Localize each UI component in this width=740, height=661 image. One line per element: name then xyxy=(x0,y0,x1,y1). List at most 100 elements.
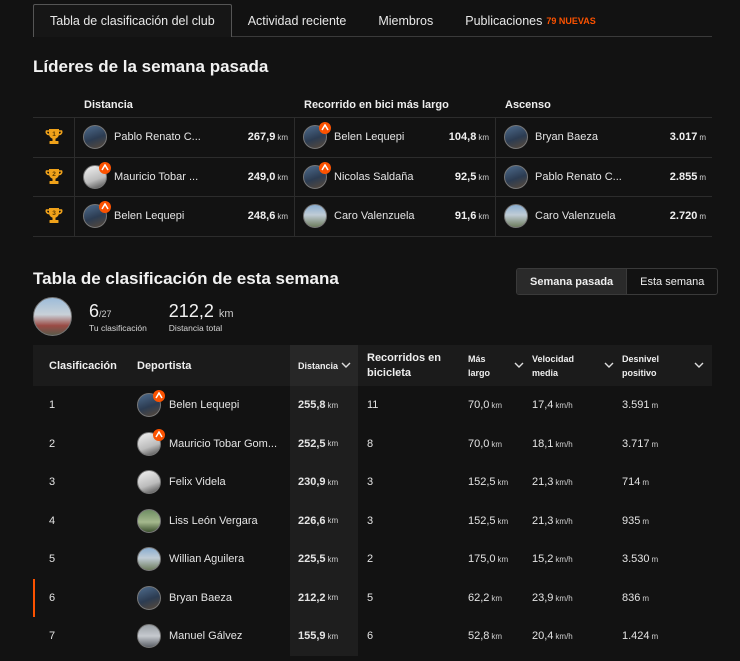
leader-name[interactable]: Belen Lequepi xyxy=(114,210,248,222)
speed-value: 23,9 xyxy=(532,591,554,604)
speed-value: 18,1 xyxy=(532,437,554,450)
unit-km: km xyxy=(497,555,509,565)
speed-value: 20,4 xyxy=(532,630,554,643)
leader-name[interactable]: Caro Valenzuela xyxy=(334,210,455,222)
unit-kmh: km/h xyxy=(555,401,573,411)
leader-value-number: 2.720 xyxy=(669,210,698,223)
athlete-avatar[interactable] xyxy=(137,390,165,418)
last-week-button[interactable]: Semana pasada xyxy=(517,269,627,294)
my-avatar[interactable] xyxy=(33,297,72,336)
leader-value: 267,9 km xyxy=(248,131,288,143)
elevation-value: 3.591 xyxy=(622,399,650,412)
trophy-icon: 1 xyxy=(33,118,75,157)
table-row[interactable]: 6 Bryan Baeza 212,2 km 5 62,2 km 23,9 km/h 836 m xyxy=(33,578,712,617)
leader-value-number: 104,8 xyxy=(448,131,477,144)
rank-cell: 7 xyxy=(49,630,56,643)
unit-m: m xyxy=(642,516,650,526)
leader-name[interactable]: Nicolas Saldaña xyxy=(334,171,455,183)
leader-value-number: 92,5 xyxy=(454,170,477,183)
longest-value: 175,0 xyxy=(468,553,496,566)
athlete-name[interactable]: Felix Videla xyxy=(169,476,279,488)
athlete-avatar[interactable] xyxy=(137,428,165,456)
leader-name[interactable]: Belen Lequepi xyxy=(334,131,449,143)
athlete-name[interactable]: Liss León Vergara xyxy=(169,515,279,527)
athlete-avatar[interactable] xyxy=(137,470,161,495)
table-row[interactable]: 5 Willian Aguilera 225,5 km 2 175,0 km 15,2 km/h… xyxy=(33,540,712,579)
unit-kmh: km/h xyxy=(555,593,573,603)
leader-value: 249,0 km xyxy=(248,171,288,183)
leader-value-unit: m xyxy=(699,212,706,222)
longest-value: 152,5 xyxy=(468,476,496,489)
longest-value: 62,2 xyxy=(468,591,490,604)
longest-cell: 70,0 km xyxy=(468,399,532,411)
athlete-avatar[interactable] xyxy=(303,122,331,150)
leader-value-unit: km xyxy=(478,172,489,182)
athlete-avatar[interactable] xyxy=(137,508,161,533)
this-week-button[interactable]: Esta semana xyxy=(626,269,717,294)
leader-name[interactable]: Caro Valenzuela xyxy=(535,210,670,222)
leader-value: 248,6 km xyxy=(248,210,288,222)
my-rank-stat: 6/27 Tu clasificación xyxy=(89,301,147,333)
header-longest-sort[interactable]: Más largo xyxy=(468,345,532,386)
table-row[interactable]: 4 Liss León Vergara 226,6 km 3 152,5 km 21,3 km/… xyxy=(33,501,712,540)
athlete-cell: Bryan Baeza xyxy=(121,585,290,610)
leader-cell-distance: Belen Lequepi 248,6 km xyxy=(75,197,295,236)
athlete-avatar[interactable] xyxy=(504,164,528,189)
athlete-avatar[interactable] xyxy=(83,125,107,150)
athlete-avatar[interactable] xyxy=(83,161,111,189)
leader-name[interactable]: Pablo Renato C... xyxy=(114,131,248,143)
longest-value: 52,8 xyxy=(468,630,490,643)
athlete-name[interactable]: Willian Aguilera xyxy=(169,553,279,565)
athlete-avatar[interactable] xyxy=(504,204,528,229)
athlete-name[interactable]: Manuel Gálvez xyxy=(169,630,279,642)
elevation-cell: 3.591 m xyxy=(622,399,712,411)
header-distance-sort[interactable]: Distancia xyxy=(290,345,358,386)
unit-m: m xyxy=(651,555,659,565)
header-elevation-sort[interactable]: Desnivel positivo xyxy=(622,345,712,386)
rank-cell: 5 xyxy=(49,553,56,566)
athlete-avatar[interactable] xyxy=(137,547,161,572)
tab-members[interactable]: Miembros xyxy=(362,4,449,37)
athlete-avatar[interactable] xyxy=(504,125,528,150)
athlete-avatar[interactable] xyxy=(83,201,111,229)
unit-m: m xyxy=(651,401,659,411)
leader-name[interactable]: Mauricio Tobar ... xyxy=(114,171,248,183)
header-speed-sort[interactable]: Velocidad media xyxy=(532,345,622,386)
table-row[interactable]: 1 Belen Lequepi 255,8 km 11 70,0 km 17,4 km/h 3.5… xyxy=(33,386,712,425)
unit-m: m xyxy=(651,632,659,642)
this-week-title: Tabla de clasificación de esta semana xyxy=(33,269,339,288)
distance-value: 230,9 xyxy=(298,476,326,489)
athlete-name[interactable]: Belen Lequepi xyxy=(169,399,279,411)
tab-leaderboard[interactable]: Tabla de clasificación del club xyxy=(33,4,232,37)
leaderboard-table: Clasificación Deportista Distancia Recor… xyxy=(33,345,712,656)
athlete-cell: Felix Videla xyxy=(121,470,290,495)
tab-posts[interactable]: Publicaciones 79 NUEVAS xyxy=(449,4,612,37)
leader-name[interactable]: Pablo Renato C... xyxy=(535,171,670,183)
elevation-value: 3.717 xyxy=(622,437,650,450)
table-row[interactable]: 7 Manuel Gálvez 155,9 km 6 52,8 km 20,4 km/h 1.42… xyxy=(33,617,712,656)
leaders-header-climb: Ascenso xyxy=(505,98,551,111)
leader-name[interactable]: Bryan Baeza xyxy=(535,131,670,143)
leader-value-unit: km xyxy=(478,212,489,222)
athlete-avatar[interactable] xyxy=(137,585,161,610)
athlete-avatar[interactable] xyxy=(303,161,331,189)
unit-km: km xyxy=(491,401,503,411)
tab-recent-activity[interactable]: Actividad reciente xyxy=(232,4,363,37)
rides-cell: 2 xyxy=(367,553,374,566)
athlete-name[interactable]: Mauricio Tobar Gom... xyxy=(169,438,279,450)
rides-cell: 5 xyxy=(367,591,374,604)
table-row[interactable]: 2 Mauricio Tobar Gom... 252,5 km 8 70,0 km 18,1… xyxy=(33,424,712,463)
leaders-rows: 1 Pablo Renato C... 267,9 km Belen Lequepi 10… xyxy=(33,117,712,237)
athlete-cell: Willian Aguilera xyxy=(121,547,290,572)
athlete-avatar[interactable] xyxy=(137,624,161,649)
athlete-avatar[interactable] xyxy=(303,204,327,229)
athlete-name[interactable]: Bryan Baeza xyxy=(169,592,279,604)
leader-cell-longest: Nicolas Saldaña 92,5 km xyxy=(295,157,496,196)
table-row[interactable]: 3 Felix Videla 230,9 km 3 152,5 km 21,3 km/h 714 m xyxy=(33,463,712,502)
unit-km: km xyxy=(491,593,503,603)
elevation-cell: 1.424 m xyxy=(622,630,712,642)
leader-value-number: 249,0 xyxy=(247,170,276,183)
leader-row: 1 Pablo Renato C... 267,9 km Belen Lequepi 10… xyxy=(33,118,712,158)
longest-cell: 152,5 km xyxy=(468,515,532,527)
distance-cell: 155,9 km xyxy=(290,617,358,656)
